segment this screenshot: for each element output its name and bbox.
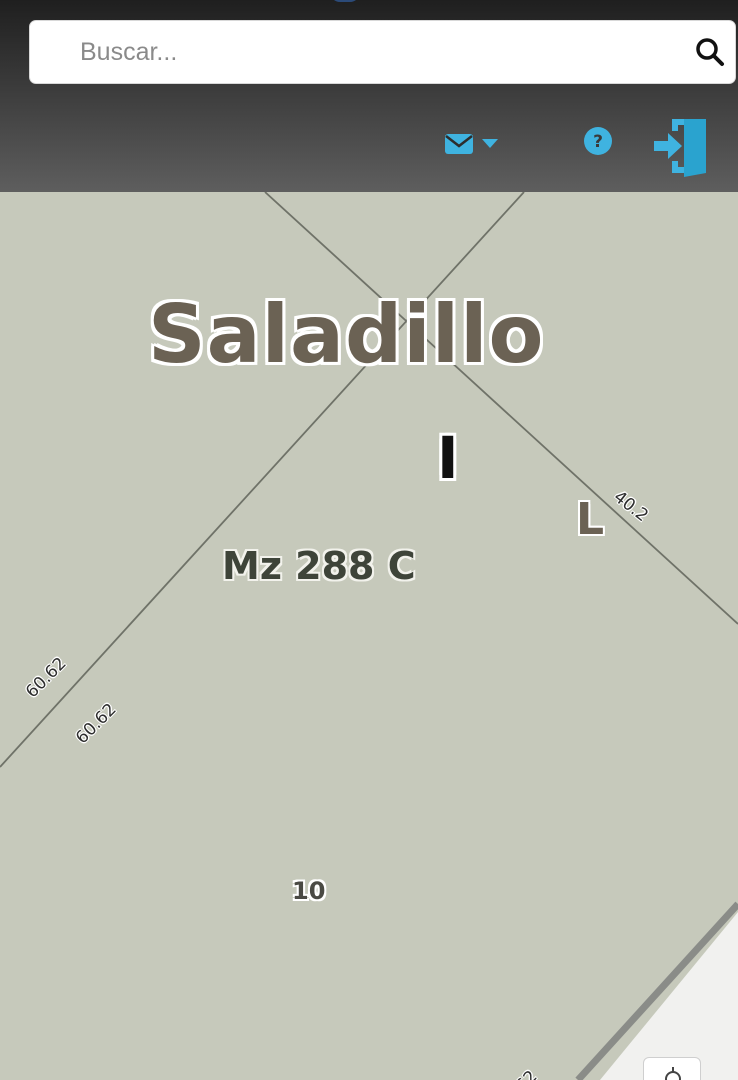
map-view[interactable]: Saladillo I L Mz 288 C 10 60.62 60.62 40… xyxy=(0,192,738,1080)
manzana-label: Mz 288 C xyxy=(222,544,416,588)
locality-label: Saladillo xyxy=(148,288,545,381)
sign-out-icon[interactable] xyxy=(650,115,712,177)
svg-text:?: ? xyxy=(593,132,603,152)
search-input[interactable] xyxy=(80,21,680,83)
envelope-icon[interactable] xyxy=(444,132,474,156)
block-label-i: I xyxy=(437,424,459,492)
locate-button[interactable] xyxy=(643,1057,701,1080)
header-toolbar: ? xyxy=(0,115,738,180)
caret-down-icon[interactable] xyxy=(482,139,498,149)
logo xyxy=(330,0,360,2)
app-header: ? xyxy=(0,0,738,192)
search-icon[interactable] xyxy=(695,37,725,67)
parcel-label: 10 xyxy=(292,877,326,905)
crosshair-icon xyxy=(665,1067,681,1080)
question-circle-icon[interactable]: ? xyxy=(583,126,613,156)
search-bar xyxy=(29,20,736,84)
block-label-l: L xyxy=(576,494,605,545)
